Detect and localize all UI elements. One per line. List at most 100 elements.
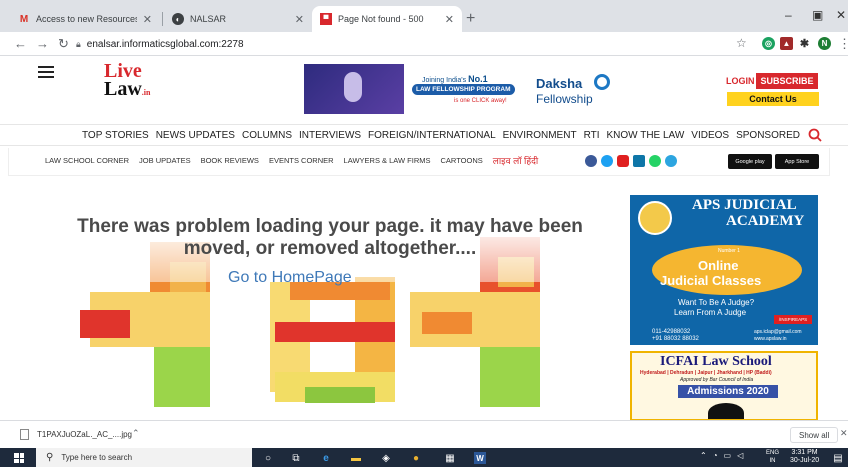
livelaw-logo[interactable]: Live Law.in bbox=[104, 61, 168, 106]
nav-item[interactable]: SPONSORED bbox=[736, 130, 800, 141]
globe-icon: ◐ bbox=[172, 13, 184, 25]
linkedin-icon[interactable] bbox=[633, 155, 645, 167]
show-all-button[interactable]: Show all bbox=[790, 427, 839, 443]
telegram-icon[interactable] bbox=[665, 155, 677, 167]
store-icon[interactable]: ◈ bbox=[380, 452, 392, 464]
nav-item[interactable]: RTI bbox=[584, 130, 600, 141]
graduation-cap-icon bbox=[708, 403, 744, 419]
download-filename: T1PAXJuOZaL._AC_....jpg bbox=[37, 430, 133, 439]
app-store-badge[interactable]: App Store bbox=[775, 154, 819, 169]
bookmark-star-icon[interactable]: ☆ bbox=[736, 36, 747, 50]
youtube-icon[interactable] bbox=[617, 155, 629, 167]
search-icon: ⚲ bbox=[46, 452, 54, 463]
subnav-item[interactable]: CARTOONS bbox=[441, 156, 483, 167]
login-link[interactable]: LOGIN bbox=[726, 76, 755, 86]
microphone-icon bbox=[344, 72, 362, 102]
taskbar-search-box[interactable]: ⚲ Type here to search bbox=[36, 448, 252, 467]
close-tab-icon[interactable]: ✕ bbox=[295, 13, 304, 26]
search-icon[interactable] bbox=[808, 128, 822, 142]
close-download-bar-icon[interactable]: ✕ bbox=[840, 428, 848, 439]
twitter-icon[interactable] bbox=[601, 155, 613, 167]
nav-item[interactable]: VIDEOS bbox=[691, 130, 729, 141]
tray-chevron-icon[interactable]: ⌃ bbox=[700, 451, 707, 460]
nav-item[interactable]: FOREIGN/INTERNATIONAL bbox=[368, 130, 496, 141]
clock[interactable]: 3:31 PM 30-Jul-20 bbox=[790, 449, 819, 465]
social-links bbox=[585, 155, 677, 167]
tab-title: Page Not found - 500 bbox=[338, 14, 424, 24]
subnav-item-hindi[interactable]: लाइव लॉ हिंदी bbox=[493, 154, 539, 167]
browser-tab-strip: M Access to new Resources for the ✕ ◐ NA… bbox=[0, 0, 848, 32]
hamburger-menu-icon[interactable] bbox=[38, 66, 54, 81]
language-indicator[interactable]: ENG IN bbox=[766, 449, 779, 465]
icfai-law-school-ad[interactable]: ICFAI Law School Hyderabad | Dehradun | … bbox=[630, 351, 818, 421]
battery-icon[interactable]: ▭ bbox=[724, 451, 732, 460]
nav-item[interactable]: ENVIRONMENT bbox=[503, 130, 577, 141]
calculator-icon[interactable]: ▦ bbox=[444, 452, 456, 464]
chrome-icon[interactable]: ● bbox=[410, 452, 422, 464]
subnav-item[interactable]: JOB UPDATES bbox=[139, 156, 191, 167]
windows-taskbar: ⚲ Type here to search ○ ⧉ e ▬ ◈ ● ▦ W ⌃ … bbox=[0, 448, 848, 467]
close-tab-icon[interactable]: ✕ bbox=[445, 13, 454, 26]
facebook-icon[interactable] bbox=[585, 155, 597, 167]
primary-nav: TOP STORIES NEWS UPDATES COLUMNS INTERVI… bbox=[0, 124, 848, 146]
file-explorer-icon[interactable]: ▬ bbox=[350, 452, 362, 464]
close-window-icon[interactable]: ✕ bbox=[836, 8, 846, 22]
go-to-homepage-link[interactable]: Go to HomePage bbox=[228, 269, 352, 287]
forward-arrow-icon[interactable]: → bbox=[36, 36, 49, 51]
close-tab-icon[interactable]: ✕ bbox=[143, 13, 152, 26]
system-tray: ⌃ ◔ ▭ ◁ bbox=[700, 451, 743, 460]
download-bar: T1PAXJuOZaL._AC_....jpg ⌃ Show all ✕ bbox=[0, 420, 848, 448]
volume-icon[interactable]: ◁ bbox=[737, 451, 743, 460]
tab-page-not-found[interactable]: ▀ Page Not found - 500 ✕ bbox=[312, 6, 462, 32]
subscribe-button[interactable]: SUBSCRIBE bbox=[756, 73, 818, 89]
google-play-badge[interactable]: Google play bbox=[728, 154, 772, 169]
nav-item[interactable]: COLUMNS bbox=[242, 130, 292, 141]
edge-icon[interactable]: e bbox=[320, 452, 332, 464]
error-page-icon: ▀ bbox=[320, 13, 332, 25]
pdf-extension-icon[interactable]: ▲ bbox=[780, 37, 793, 50]
contact-us-button[interactable]: Contact Us bbox=[727, 92, 819, 106]
back-arrow-icon[interactable]: ← bbox=[14, 36, 27, 51]
lego-block bbox=[80, 310, 130, 338]
gmail-icon: M bbox=[19, 13, 29, 25]
task-view-icon[interactable]: ⧉ bbox=[290, 452, 302, 464]
profile-avatar[interactable]: N bbox=[818, 37, 831, 50]
subnav-item[interactable]: EVENTS CORNER bbox=[269, 156, 334, 167]
extension-icon[interactable]: ◎ bbox=[762, 37, 775, 50]
address-bar[interactable]: 🔒︎ enalsar.informaticsglobal.com:2278 bbox=[76, 35, 736, 53]
puzzle-extension-icon[interactable]: ✱ bbox=[798, 37, 811, 50]
nav-item[interactable]: KNOW THE LAW bbox=[607, 130, 685, 141]
reload-icon[interactable]: ↻ bbox=[58, 36, 69, 52]
browser-toolbar: ← → ↻ 🔒︎ enalsar.informaticsglobal.com:2… bbox=[0, 32, 848, 56]
subnav-item[interactable]: LAWYERS & LAW FIRMS bbox=[344, 156, 431, 167]
tab-separator bbox=[162, 12, 163, 26]
lego-block bbox=[422, 312, 472, 334]
lock-icon: 🔒︎ bbox=[76, 38, 81, 49]
daksha-fellowship-banner[interactable]: Joining India's No.1 LAW FELLOWSHIP PROG… bbox=[304, 64, 614, 114]
aps-judicial-academy-ad[interactable]: APS JUDICIAL ACADEMY Number 1 Online Jud… bbox=[630, 195, 818, 345]
subnav-item[interactable]: BOOK REVIEWS bbox=[201, 156, 259, 167]
nav-item[interactable]: TOP STORIES bbox=[82, 130, 149, 141]
windows-start-icon[interactable] bbox=[14, 453, 24, 463]
tab-gmail[interactable]: M Access to new Resources for the ✕ bbox=[10, 6, 160, 32]
cortana-icon[interactable]: ○ bbox=[262, 452, 274, 464]
download-item[interactable]: T1PAXJuOZaL._AC_....jpg bbox=[20, 429, 132, 440]
nav-item[interactable]: INTERVIEWS bbox=[299, 130, 361, 141]
lego-block bbox=[480, 347, 540, 407]
secondary-nav: LAW SCHOOL CORNER JOB UPDATES BOOK REVIE… bbox=[8, 148, 830, 176]
tab-title: Access to new Resources for the bbox=[36, 14, 137, 24]
website-viewport: Live Law.in Joining India's No.1 LAW FEL… bbox=[0, 56, 848, 421]
word-icon[interactable]: W bbox=[474, 452, 486, 464]
tab-nalsar[interactable]: ◐ NALSAR ✕ bbox=[164, 6, 312, 32]
subnav-item[interactable]: LAW SCHOOL CORNER bbox=[45, 156, 129, 167]
daksha-logo-icon bbox=[594, 74, 610, 90]
minimize-icon[interactable]: – bbox=[785, 8, 792, 22]
network-icon[interactable]: ◔ bbox=[713, 451, 718, 460]
chevron-up-icon[interactable]: ⌃ bbox=[132, 428, 140, 439]
menu-dots-icon[interactable]: ⋮ bbox=[838, 36, 848, 52]
restore-icon[interactable]: ▣ bbox=[812, 8, 823, 22]
new-tab-button[interactable]: + bbox=[466, 10, 475, 28]
notifications-icon[interactable]: ▤ bbox=[832, 452, 844, 464]
whatsapp-icon[interactable] bbox=[649, 155, 661, 167]
nav-item[interactable]: NEWS UPDATES bbox=[156, 130, 235, 141]
